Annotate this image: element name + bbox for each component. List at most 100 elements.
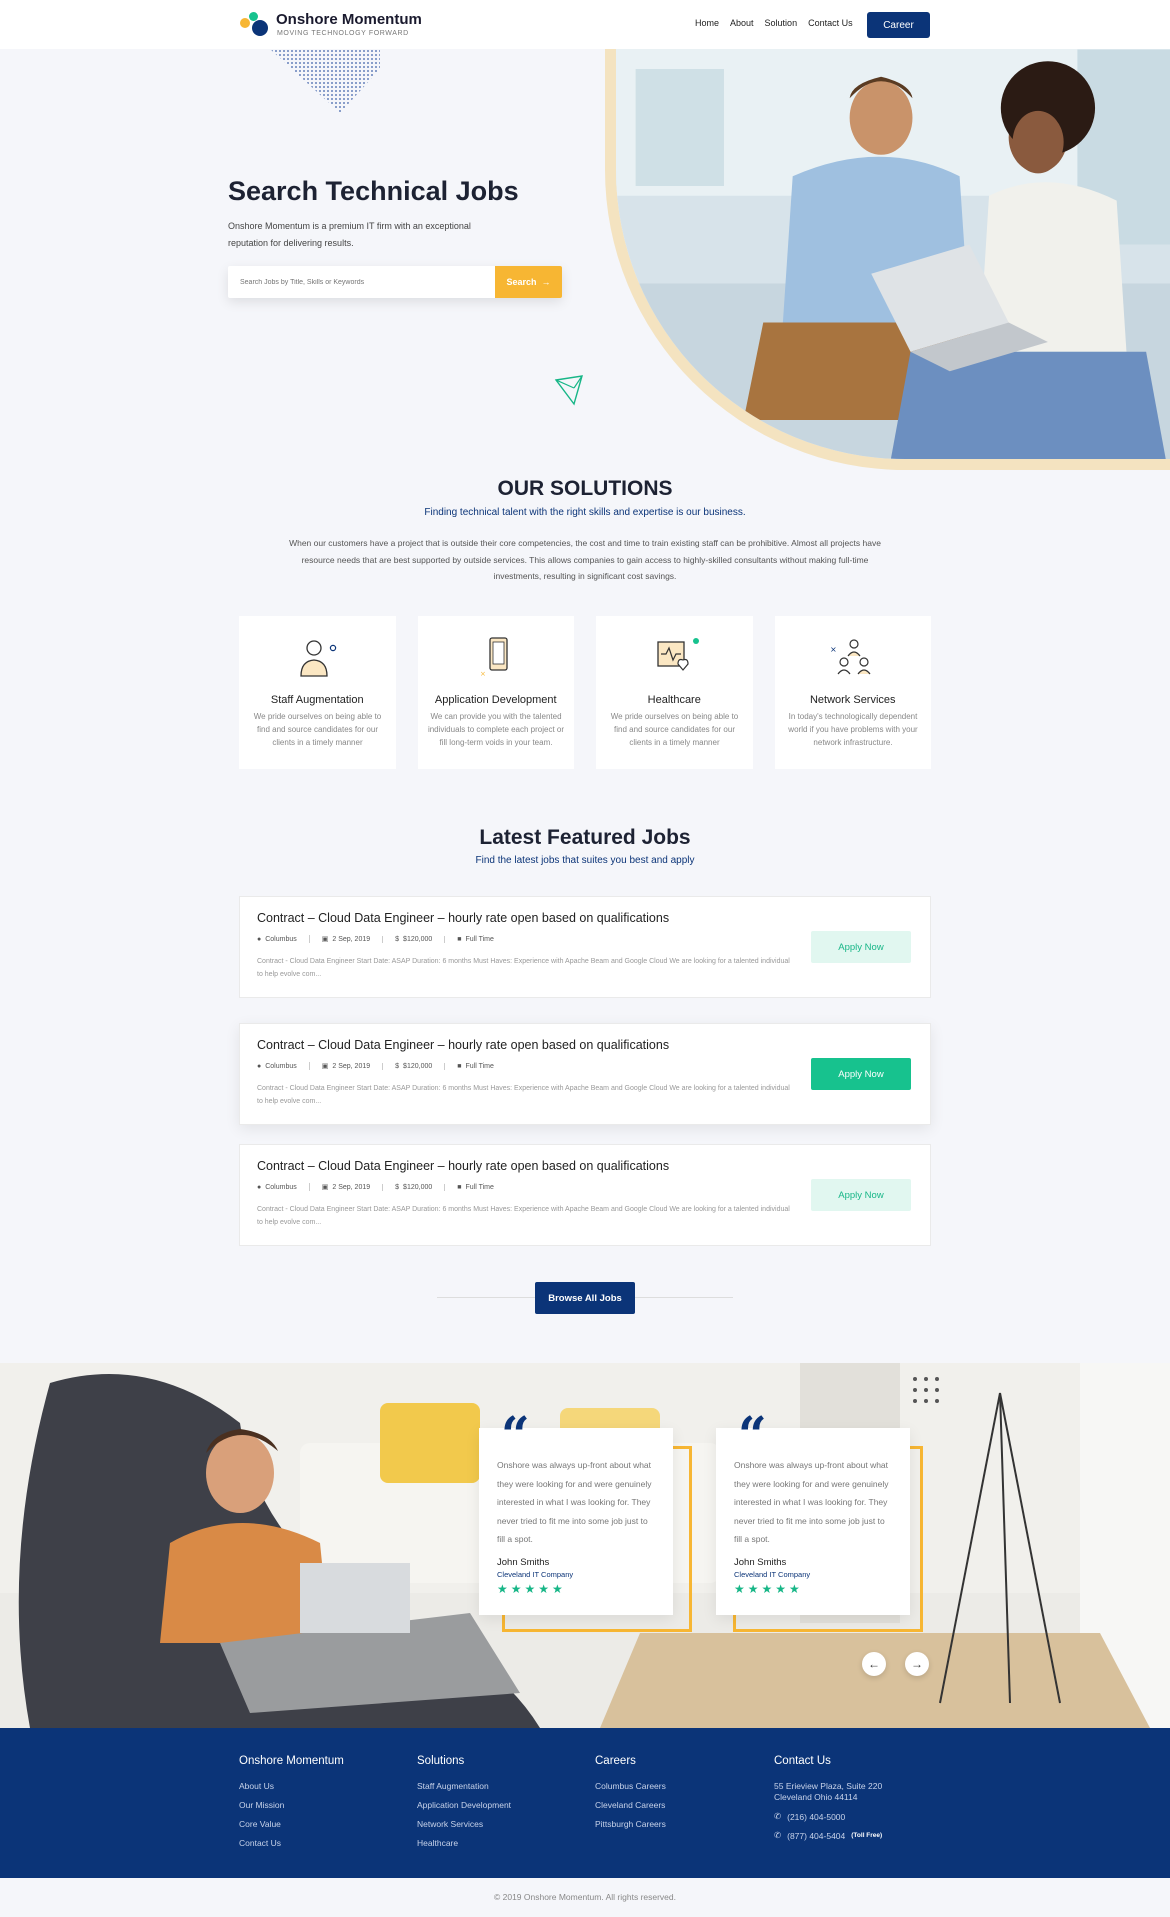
testimonial-card: “ Onshore was always up-front about what… xyxy=(479,1410,673,1615)
footer-link[interactable]: Core Value xyxy=(239,1819,344,1829)
mobile-device-icon: × xyxy=(480,637,508,678)
job-card[interactable]: Contract – Cloud Data Engineer – hourly … xyxy=(239,1144,931,1246)
logo-mark-icon xyxy=(238,12,272,38)
nav-about[interactable]: About xyxy=(730,18,754,28)
health-monitor-icon xyxy=(657,638,699,671)
hero-title: Search Technical Jobs xyxy=(228,176,519,206)
job-type: Full Time xyxy=(465,1062,494,1070)
footer-col-contact: Contact Us 55 Erieview Plaza, Suite 220 … xyxy=(774,1755,882,1841)
solution-card-appdev[interactable]: × Application Development We can provide… xyxy=(417,616,574,769)
phone-icon: ✆ xyxy=(774,1811,782,1821)
footer-col-title: Contact Us xyxy=(774,1755,831,1767)
toll-free-label: (Toll Free) xyxy=(851,1832,883,1839)
nav-contact-us[interactable]: Contact Us xyxy=(808,18,853,28)
nav-solution[interactable]: Solution xyxy=(765,18,798,28)
footer-col-title: Onshore Momentum xyxy=(239,1755,344,1767)
footer-col-solutions: Solutions Staff Augmentation Application… xyxy=(417,1755,511,1857)
briefcase-icon: ■ xyxy=(457,935,462,943)
job-title[interactable]: Contract – Cloud Data Engineer – hourly … xyxy=(257,911,669,925)
apply-now-button[interactable]: Apply Now xyxy=(811,1058,911,1090)
next-arrow-icon[interactable]: → xyxy=(905,1652,929,1676)
footer-link[interactable]: Cleveland Careers xyxy=(595,1800,666,1810)
job-salary: $120,000 xyxy=(403,1183,433,1191)
search-button-label: Search xyxy=(506,277,537,287)
nav-home[interactable]: Home xyxy=(695,18,719,28)
briefcase-icon: ■ xyxy=(457,1183,462,1191)
footer-link[interactable]: Network Services xyxy=(417,1819,511,1829)
calendar-icon: ▣ xyxy=(321,936,329,943)
job-description: Contract - Cloud Data Engineer Start Dat… xyxy=(257,1085,790,1105)
hero-photo xyxy=(616,30,1170,459)
job-description: Contract - Cloud Data Engineer Start Dat… xyxy=(257,958,790,978)
solution-card-network[interactable]: × Network Services In today's technologi… xyxy=(774,616,931,769)
card-description: We pride ourselves on being able to find… xyxy=(253,712,382,747)
triangle-decoration-icon xyxy=(554,375,583,406)
card-title: Network Services xyxy=(809,694,896,706)
solutions-subtitle: Finding technical talent with the right … xyxy=(424,507,746,518)
card-description: We pride ourselves on being able to find… xyxy=(610,712,739,747)
location-pin-icon: ● xyxy=(257,935,262,943)
footer-link[interactable]: Pittsburgh Careers xyxy=(595,1819,666,1829)
location-pin-icon: ● xyxy=(257,1062,262,1070)
footer-address-line: Cleveland Ohio 44114 xyxy=(774,1792,858,1802)
phone-icon: ✆ xyxy=(774,1830,782,1840)
brand-name: Onshore Momentum xyxy=(276,11,422,28)
footer-link[interactable]: Columbus Careers xyxy=(595,1781,666,1791)
job-type: Full Time xyxy=(465,935,494,943)
job-meta: ● Columbus ▣ 2 Sep, 2019 $ $120,000 ■ Full T… xyxy=(257,935,506,943)
site-footer: Onshore Momentum About Us Our Mission Co… xyxy=(0,1728,1170,1878)
money-icon: $ xyxy=(395,935,400,943)
footer-phone-number: (216) 404-5000 xyxy=(787,1811,846,1822)
job-date: 2 Sep, 2019 xyxy=(332,1062,371,1070)
money-icon: $ xyxy=(395,1062,400,1070)
footer-link[interactable]: Application Development xyxy=(417,1800,511,1810)
career-button[interactable]: Career xyxy=(867,12,930,38)
job-card[interactable]: Contract – Cloud Data Engineer – hourly … xyxy=(239,896,931,998)
footer-link[interactable]: Healthcare xyxy=(417,1838,511,1848)
quote-icon: “ xyxy=(738,1405,767,1464)
arrow-right-icon: → xyxy=(541,277,551,287)
testimonial-company: Cleveland IT Company xyxy=(497,1570,574,1579)
footer-link[interactable]: Our Mission xyxy=(239,1800,344,1810)
star-rating-icon: ★★★★★ xyxy=(497,1582,566,1596)
job-salary: $120,000 xyxy=(403,1062,433,1070)
footer-col-careers: Careers Columbus Careers Cleveland Caree… xyxy=(595,1755,666,1838)
svg-text:×: × xyxy=(480,670,486,678)
footer-phone[interactable]: ✆ (216) 404-5000 xyxy=(774,1811,882,1822)
star-rating-icon: ★★★★★ xyxy=(734,1582,803,1596)
footer-phone-number: (877) 404-5404 xyxy=(787,1830,846,1841)
testimonial-text: Onshore was always up-front about what t… xyxy=(497,1460,652,1544)
location-pin-icon: ● xyxy=(257,1183,262,1191)
job-date: 2 Sep, 2019 xyxy=(332,935,371,943)
card-description: In today's technologically dependent wor… xyxy=(788,712,918,747)
prev-arrow-icon[interactable]: ← xyxy=(862,1652,886,1676)
search-button[interactable]: Search → xyxy=(495,266,562,298)
solution-card-healthcare[interactable]: Healthcare We pride ourselves on being a… xyxy=(596,616,753,769)
apply-now-button[interactable]: Apply Now xyxy=(811,1179,911,1211)
footer-link[interactable]: Contact Us xyxy=(239,1838,344,1848)
testimonial-name: John Smiths xyxy=(734,1557,787,1568)
testimonials-section: “ Onshore was always up-front about what… xyxy=(0,1363,1170,1728)
brand-logo[interactable]: Onshore Momentum MOVING TECHNOLOGY FORWA… xyxy=(238,10,422,40)
testimonial-card: “ Onshore was always up-front about what… xyxy=(716,1410,910,1615)
quote-icon: “ xyxy=(501,1405,530,1464)
apply-now-button[interactable]: Apply Now xyxy=(811,931,911,963)
job-title[interactable]: Contract – Cloud Data Engineer – hourly … xyxy=(257,1038,669,1052)
staff-person-icon xyxy=(300,640,337,677)
job-search-input[interactable] xyxy=(228,266,495,298)
browse-all-jobs-button[interactable]: Browse All Jobs xyxy=(535,1282,635,1314)
footer-link[interactable]: About Us xyxy=(239,1781,344,1791)
testimonial-company: Cleveland IT Company xyxy=(734,1570,811,1579)
network-people-icon: × xyxy=(830,639,870,675)
job-card[interactable]: Contract – Cloud Data Engineer – hourly … xyxy=(239,1023,931,1125)
testimonial-name: John Smiths xyxy=(497,1557,550,1568)
main-nav: Home About Solution Contact Us xyxy=(695,18,853,28)
footer-address-line: 55 Erieview Plaza, Suite 220 xyxy=(774,1781,883,1791)
solutions-description: When our customers have a project that i… xyxy=(289,538,881,581)
card-title: Staff Augmentation xyxy=(270,694,364,706)
copyright-text: © 2019 Onshore Momentum. All rights rese… xyxy=(493,1892,676,1902)
job-title[interactable]: Contract – Cloud Data Engineer – hourly … xyxy=(257,1159,669,1173)
solution-card-staff[interactable]: Staff Augmentation We pride ourselves on… xyxy=(239,616,396,769)
footer-phone[interactable]: ✆ (877) 404-5404 (Toll Free) xyxy=(774,1830,882,1841)
footer-link[interactable]: Staff Augmentation xyxy=(417,1781,511,1791)
